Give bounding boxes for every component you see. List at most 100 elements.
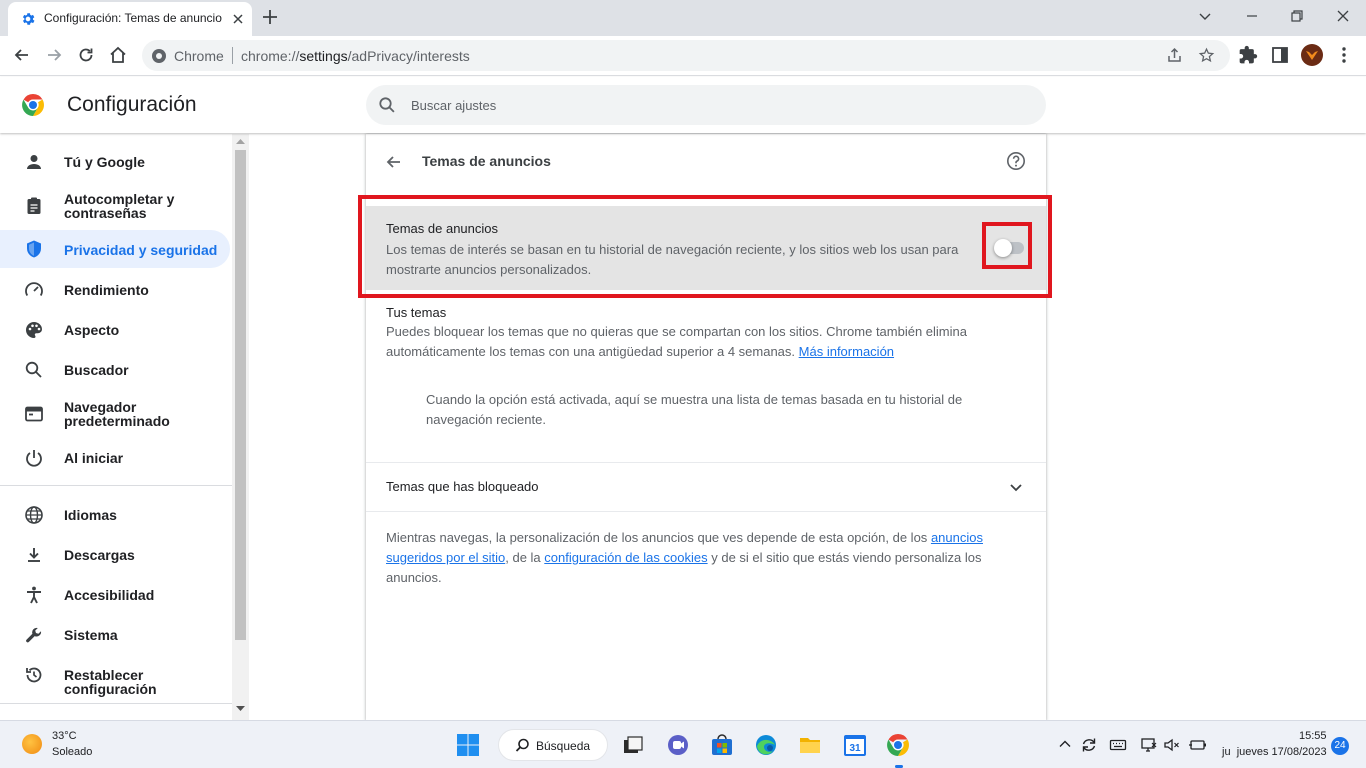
sidebar-item-label: Al iniciar [64,450,124,466]
sidebar-item-appearance[interactable]: Aspecto [0,310,230,348]
sidebar-scrollbar[interactable] [232,134,249,720]
accessibility-icon [24,585,44,605]
sidebar-item-label: Descargas [64,547,135,563]
url-text[interactable]: chrome://settings/adPrivacy/interests [241,48,470,64]
sidebar-item-label: Privacidad y seguridad [64,242,218,258]
browser-toolbar: Chrome chrome://settings/adPrivacy/inter… [0,36,1366,76]
sidebar-item-performance[interactable]: Rendimiento [0,270,230,308]
extensions-puzzle-icon[interactable] [1238,45,1258,65]
tab-search-chevron-icon[interactable] [1196,7,1214,25]
sidebar-item-label: Navegador predeterminado [64,399,170,429]
sidebar-item-label: Accesibilidad [64,587,155,603]
settings-title: Configuración [67,93,197,116]
forward-arrow-icon[interactable] [44,45,64,65]
taskbar-search-label: Búsqueda [536,739,591,753]
settings-search-box[interactable] [366,85,1046,125]
your-topics-title: Tus temas [386,305,447,320]
browser-tab[interactable]: Configuración: Temas de anuncios [8,2,252,36]
new-tab-plus-icon[interactable] [261,8,279,26]
sidebar-item-label: Rendimiento [64,282,149,298]
tab-close-icon[interactable] [230,11,246,27]
chrome-taskbar-icon[interactable] [886,733,910,757]
omnibox-separator [232,47,233,64]
sidebar-item-label: Sistema [64,627,118,643]
address-bar[interactable]: Chrome chrome://settings/adPrivacy/inter… [142,40,1230,71]
scroll-up-arrow-icon[interactable] [236,138,245,144]
settings-sidebar: Tú y Google Autocompletar y contraseñas … [0,134,232,720]
share-icon[interactable] [1166,47,1183,64]
wrench-icon [24,625,44,645]
tray-chevron-up-icon[interactable] [1058,737,1072,751]
history-icon [24,665,44,685]
sidebar-item-reset[interactable]: Restablecer configuración [0,655,230,697]
sidebar-item-languages[interactable]: Idiomas [0,495,230,533]
battery-icon[interactable] [1188,736,1208,754]
taskbar-search[interactable]: Búsqueda [498,729,608,761]
windows-start-icon[interactable] [456,733,480,757]
sidebar-item-accessibility[interactable]: Accesibilidad [0,575,230,613]
person-icon [24,152,44,172]
sidebar-item-default-browser[interactable]: Navegador predeterminado [0,392,230,436]
search-icon [378,96,396,114]
blocked-topics-row[interactable]: Temas que has bloqueado [366,463,1046,511]
scroll-down-arrow-icon[interactable] [236,706,245,712]
clock-date-prefix: ju [1222,746,1231,758]
scrollbar-thumb[interactable] [235,150,246,640]
sidebar-item-you-and-google[interactable]: Tú y Google [0,142,230,180]
your-topics-text: Puedes bloquear los temas que no quieras… [386,322,986,362]
calendar-icon[interactable]: 31 [843,733,867,757]
reload-icon[interactable] [76,45,96,65]
side-panel-icon[interactable] [1270,45,1290,65]
settings-search-input[interactable] [411,93,1011,117]
section-divider [366,511,1046,512]
speedometer-icon [24,280,44,300]
clipboard-icon [24,196,44,216]
learn-more-link[interactable]: Más información [799,344,894,359]
sidebar-item-search-engine[interactable]: Buscador [0,350,230,388]
back-arrow-icon[interactable] [12,45,32,65]
topics-empty-state: Cuando la opción está activada, aquí se … [426,392,963,427]
help-icon[interactable] [1006,151,1026,171]
sidebar-divider [0,485,232,486]
sidebar-item-on-startup[interactable]: Al iniciar [0,438,230,476]
notification-badge[interactable]: 24 [1331,737,1349,755]
sidebar-item-label: Restablecer configuración [64,667,157,697]
globe-icon [24,505,44,525]
sidebar-divider [0,703,232,704]
sidebar-item-privacy[interactable]: Privacidad y seguridad [0,230,230,268]
minimize-icon[interactable] [1243,7,1261,25]
store-icon[interactable] [710,733,734,757]
volume-muted-icon[interactable] [1163,736,1181,754]
teams-chat-icon[interactable] [666,733,690,757]
bookmark-star-icon[interactable] [1198,47,1215,64]
edge-icon[interactable] [754,733,778,757]
sidebar-item-label: Aspecto [64,322,120,338]
download-icon [24,545,44,565]
home-icon[interactable] [108,45,128,65]
restore-icon[interactable] [1288,7,1306,25]
network-icon[interactable] [1140,736,1158,754]
window-close-icon[interactable] [1334,7,1352,25]
keyboard-icon[interactable] [1109,736,1127,754]
clock-date: ju jueves 17/08/2023 [1222,746,1327,758]
url-host: settings [299,48,348,64]
chevron-down-icon[interactable] [1006,477,1026,497]
url-path: /adPrivacy/interests [347,48,470,64]
weather-temperature: 33°C [52,730,77,742]
footer-text-part: Mientras navegas, la personalización de … [386,530,928,545]
power-icon [24,448,44,468]
omnibox-chip: Chrome [174,48,224,64]
menu-kebab-icon[interactable] [1336,45,1352,65]
tab-title: Configuración: Temas de anuncios [44,11,222,25]
sidebar-item-downloads[interactable]: Descargas [0,535,230,573]
sync-icon[interactable] [1080,736,1098,754]
back-arrow-icon[interactable] [384,152,404,172]
chrome-site-icon[interactable] [151,48,167,64]
file-explorer-icon[interactable] [798,733,822,757]
cookie-settings-link[interactable]: configuración de las cookies [544,550,707,565]
task-view-icon[interactable] [622,734,644,756]
sidebar-item-autofill[interactable]: Autocompletar y contraseñas [0,184,230,228]
page-title: Temas de anuncios [422,153,551,169]
profile-avatar[interactable] [1301,44,1323,66]
sidebar-item-system[interactable]: Sistema [0,615,230,653]
